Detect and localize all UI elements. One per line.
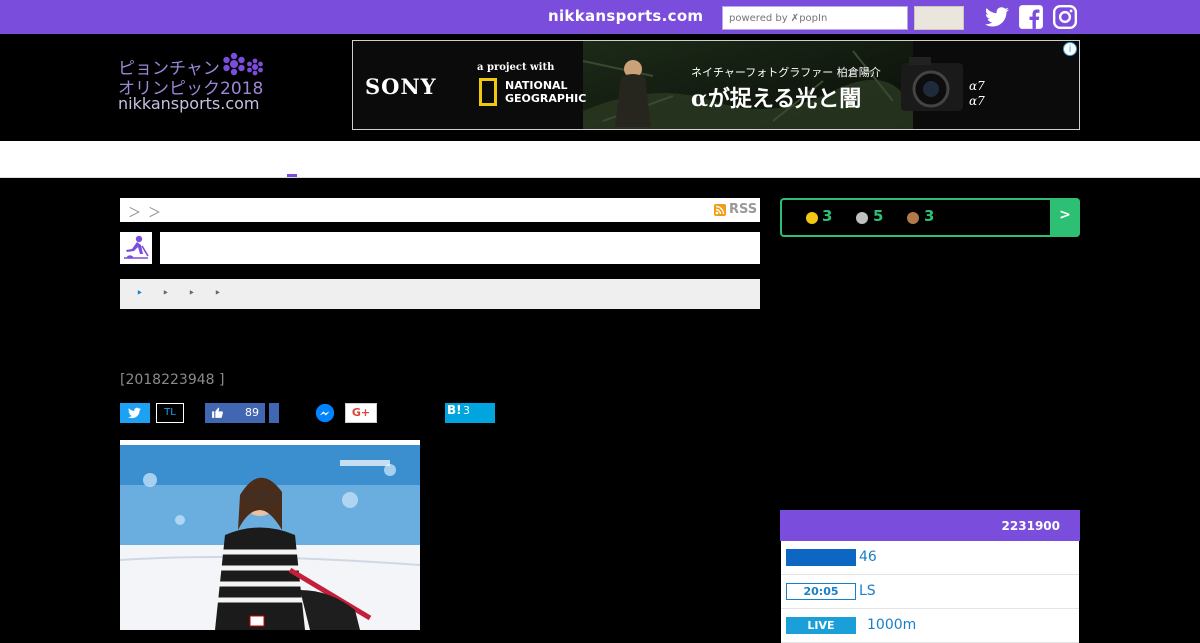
ad-model-text: α7 α7 (969, 79, 985, 109)
messenger-share-button[interactable] (315, 403, 335, 423)
schedule-row-text: LS (859, 583, 876, 599)
schedule-row-text: 1000m (867, 617, 917, 633)
twitter-icon (985, 7, 1009, 27)
like-count: 89 (245, 406, 259, 419)
timeline-button[interactable]: TL (156, 403, 184, 423)
breadcrumb-separator: ＞ (128, 206, 142, 221)
gold-count: 3 (822, 207, 833, 225)
search-input[interactable] (722, 6, 908, 30)
nav-active-indicator (287, 174, 297, 177)
facebook-like-button[interactable]: 89 (205, 403, 265, 423)
twitter-share-button[interactable] (120, 403, 150, 423)
bronze-count: 3 (924, 207, 935, 225)
schedule-row[interactable]: 20:05 LS (781, 575, 1079, 609)
hatena-count: 3 (463, 404, 470, 417)
instagram-icon (1052, 4, 1078, 30)
silver-count: 5 (873, 207, 884, 225)
ad-natgeo-text: NATIONAL GEOGRAPHIC (505, 79, 586, 105)
messenger-icon (315, 403, 335, 423)
thumbs-up-icon (212, 407, 223, 418)
tab-arrow[interactable]: ‣ (214, 286, 221, 300)
ad-model-line1: α7 (969, 79, 985, 93)
article-title-box (160, 232, 760, 264)
silver-medal-icon (856, 212, 868, 224)
gold-medal-icon (806, 212, 818, 224)
medal-count-box[interactable]: 3 5 3 (780, 198, 1080, 237)
rss-link[interactable]: RSS (729, 202, 757, 217)
facebook-link[interactable] (1018, 4, 1044, 30)
breadcrumb: ＞ ＞ RSS (120, 198, 760, 222)
live-badge: LIVE (786, 617, 856, 634)
article-date: [2018223948 ] (120, 372, 225, 388)
logo-text-line3: nikkansports.com (118, 94, 260, 113)
schedule-header-label: 2231900 (1001, 519, 1060, 533)
instagram-link[interactable] (1052, 4, 1078, 30)
curling-photo-image (120, 445, 420, 630)
curling-sport-icon (120, 232, 152, 264)
main-nav-bar (0, 141, 1200, 178)
ad-natgeo-line2: GEOGRAPHIC (505, 92, 587, 105)
schedule-time-tag: 20:05 (786, 583, 856, 600)
ad-brand-text: SONY (365, 74, 437, 99)
schedule-row-text: 46 (859, 549, 877, 565)
tab-arrow[interactable]: ‣ (162, 286, 169, 300)
facebook-share-button[interactable] (269, 403, 279, 423)
ad-jp-subtitle: ネイチャーフォトグラファー 柏倉陽介 (691, 66, 881, 79)
rss-icon (714, 204, 726, 220)
schedule-tag (786, 549, 856, 566)
article-photo[interactable] (120, 440, 420, 630)
ad-natgeo-line1: NATIONAL (505, 79, 568, 92)
medal-more-button[interactable]: > (1050, 198, 1080, 237)
site-logo[interactable]: ピョンチャン オリンピック2018 nikkansports.com (118, 52, 278, 116)
hatena-icon: B! (447, 403, 462, 417)
ad-model-line2: α7 (969, 94, 985, 108)
advertisement-banner[interactable]: SONY a project with NATIONAL GEOGRAPHIC … (352, 40, 1080, 130)
schedule-header: 2231900 (780, 510, 1080, 541)
site-brand-link[interactable]: nikkansports.com (548, 7, 703, 27)
natgeo-frame-icon (479, 78, 497, 106)
schedule-row[interactable]: LIVE 1000m (781, 609, 1079, 643)
breadcrumb-separator: ＞ (148, 206, 162, 221)
ad-tag-small: a project with (477, 62, 555, 73)
hatena-bookmark-button[interactable]: B! 3 (445, 403, 495, 423)
schedule-row[interactable]: 46 (781, 541, 1079, 575)
info-icon[interactable]: i (1063, 42, 1077, 56)
tab-arrow-active[interactable]: ‣ (136, 286, 143, 300)
twitter-icon (128, 407, 141, 419)
bronze-medal-icon (907, 212, 919, 224)
twitter-link[interactable] (984, 4, 1010, 30)
google-plus-button[interactable]: G+ (345, 403, 377, 423)
tab-arrow[interactable]: ‣ (188, 286, 195, 300)
facebook-icon (1019, 5, 1043, 29)
snowflake-flower-icon (223, 52, 263, 76)
article-tabs-bar: ‣ ‣ ‣ ‣ (120, 279, 760, 309)
search-button[interactable] (914, 6, 964, 30)
ad-jp-headline: αが捉える光と闇 (691, 86, 862, 112)
